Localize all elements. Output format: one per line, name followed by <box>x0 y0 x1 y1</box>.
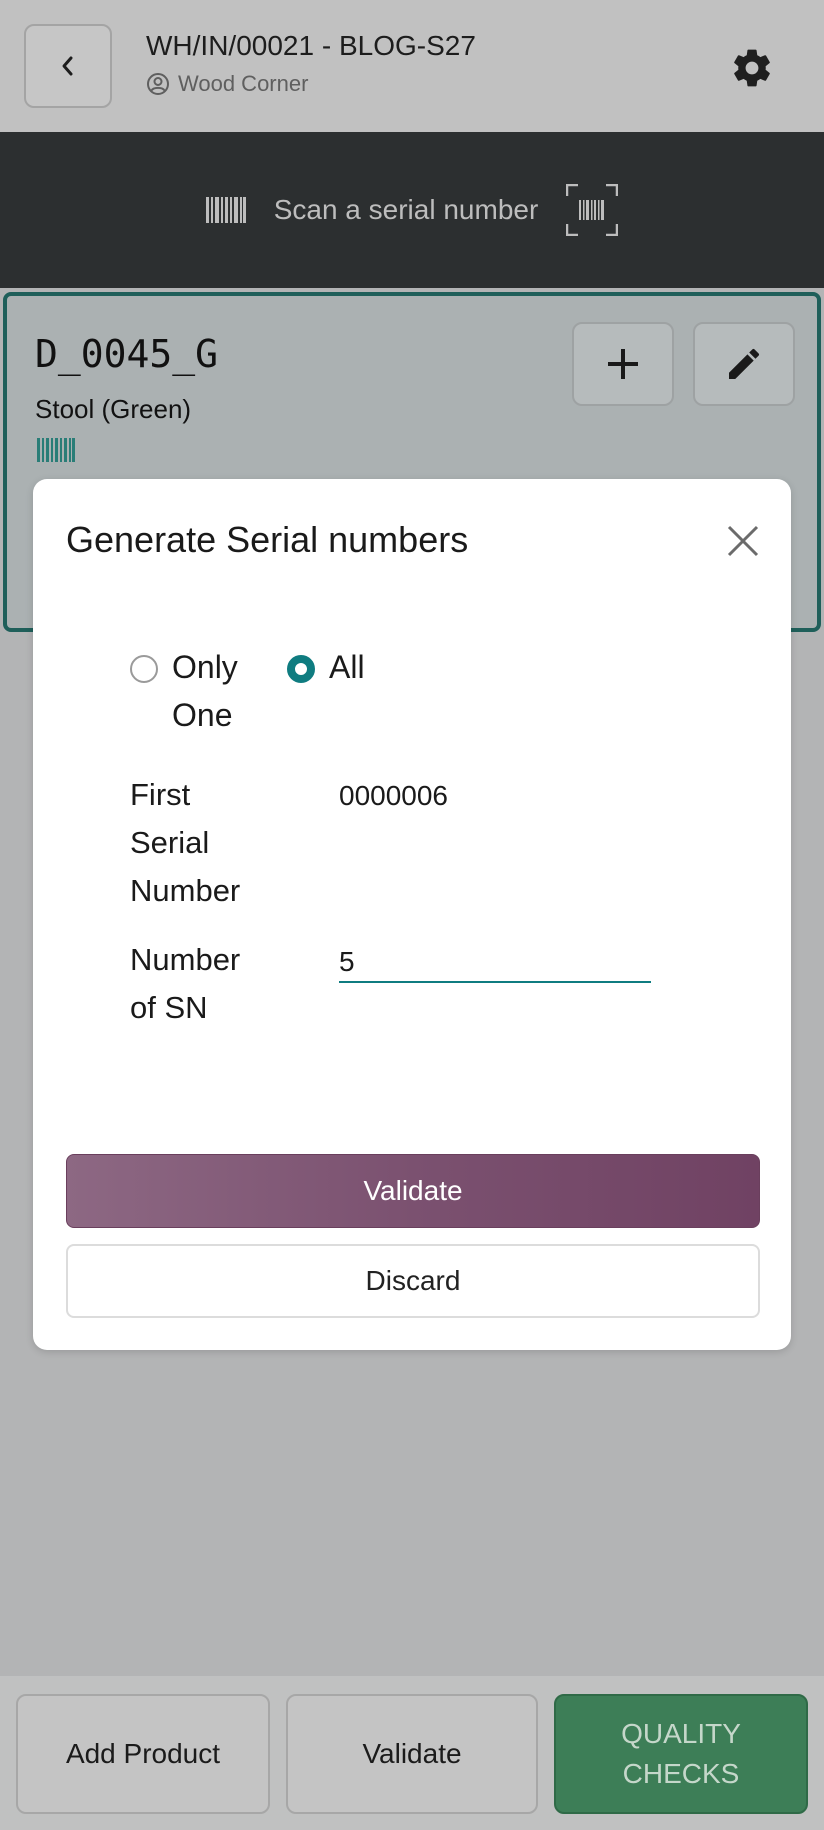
radio-only-one[interactable] <box>130 655 158 683</box>
option-label: Only One <box>172 649 238 733</box>
barcode-scanner-icon[interactable] <box>566 184 619 236</box>
discard-button[interactable]: Discard <box>66 1244 760 1318</box>
generate-serials-dialog: Generate Serial numbers Only One All Fir… <box>33 479 791 1350</box>
user-circle-icon <box>147 73 169 95</box>
gear-icon[interactable] <box>730 46 774 90</box>
close-icon[interactable] <box>723 521 763 561</box>
first-serial-value[interactable]: 0000006 <box>339 780 448 812</box>
scan-bar: Scan a serial number <box>0 132 824 288</box>
page-title: WH/IN/00021 - BLOG-S27 <box>146 30 476 61</box>
barcode-icon <box>205 197 246 223</box>
option-label: All <box>329 649 365 685</box>
radio-all[interactable] <box>287 655 315 683</box>
partner-line: Wood Corner <box>146 71 308 97</box>
top-header: WH/IN/00021 - BLOG-S27 Wood Corner <box>0 0 824 132</box>
scan-instruction: Scan a serial number <box>273 194 539 225</box>
first-serial-label: First Serial Number <box>130 777 241 908</box>
bottom-action-bar: Add Product Validate QUALITY CHECKS <box>0 1676 824 1830</box>
back-button[interactable] <box>24 24 112 108</box>
product-name: Stool (Green) <box>35 394 192 424</box>
validate-button[interactable]: Validate <box>66 1154 760 1228</box>
option-only-one[interactable]: Only One <box>130 649 252 739</box>
chevron-left-icon <box>62 56 73 76</box>
edit-line-button[interactable] <box>693 322 795 406</box>
partner-name: Wood Corner <box>178 71 309 96</box>
dialog-title: Generate Serial numbers <box>66 519 469 560</box>
add-product-button[interactable]: Add Product <box>16 1694 270 1814</box>
pencil-icon <box>729 348 760 379</box>
number-of-sn-label: Number of SN <box>130 942 241 1025</box>
lot-code: D_0045_G <box>35 332 219 376</box>
quality-checks-button[interactable]: QUALITY CHECKS <box>554 1694 808 1814</box>
number-of-sn-input[interactable] <box>339 943 651 983</box>
option-all[interactable]: All <box>287 649 365 691</box>
footer-validate-button[interactable]: Validate <box>286 1694 538 1814</box>
barcode-icon <box>37 438 75 462</box>
add-quantity-button[interactable] <box>572 322 674 406</box>
plus-icon <box>608 349 638 379</box>
